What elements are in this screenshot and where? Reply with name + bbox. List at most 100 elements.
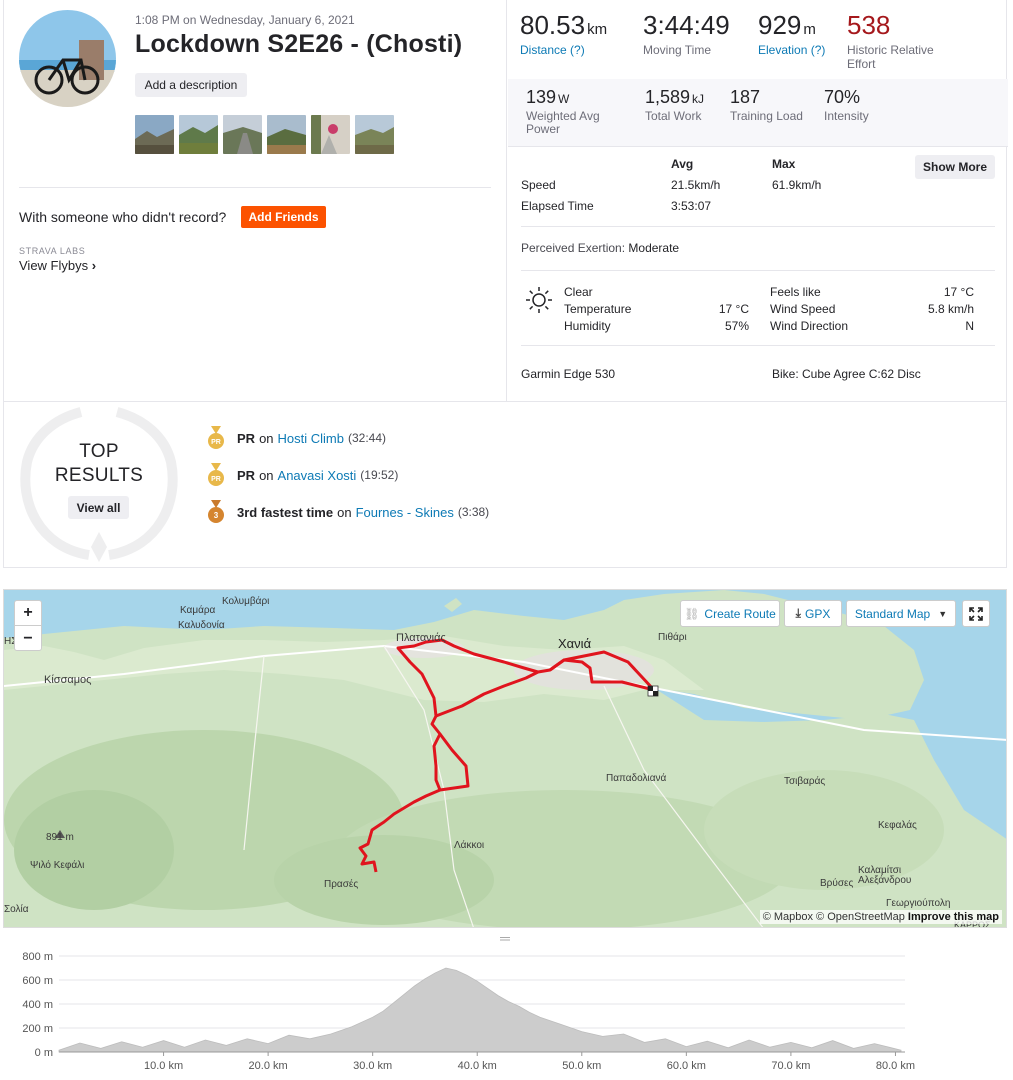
photo-thumbnail[interactable] (223, 115, 262, 154)
x-tick-label: 30.0 km (353, 1060, 392, 1072)
map-label: Γεωργιούπολη (886, 898, 951, 909)
caret-down-icon: ▼ (938, 608, 948, 619)
intensity-stat: 70% (824, 87, 861, 107)
divider (521, 270, 995, 271)
x-tick-label: 80.0 km (876, 1060, 915, 1072)
max-header: Max (772, 157, 796, 171)
pr-medal-icon: PR (208, 426, 224, 449)
divider (521, 226, 995, 227)
photo-thumbnail[interactable] (267, 115, 306, 154)
view-flybys-label: View Flybys (19, 258, 89, 273)
map-label: Καλαμίτσι Αλεξάνδρου (858, 865, 912, 886)
map-label: Βρύσες (820, 878, 854, 889)
map-label: Πρασές (324, 879, 359, 890)
elapsed-time-label: Elapsed Time (521, 199, 594, 213)
photo-strip (135, 115, 394, 154)
x-tick-label: 10.0 km (144, 1060, 183, 1072)
elevation-chart[interactable]: 0 m 200 m 400 m 600 m 800 m 10.0 km 20.0 km 30.… (3, 930, 1007, 1080)
map-label: Κολυμβάρι (222, 596, 270, 607)
perceived-exertion: Perceived Exertion: Moderate (521, 241, 680, 255)
view-flybys-link[interactable]: View Flybys › (19, 258, 96, 273)
create-route-button[interactable]: ⛓ Create Route (680, 600, 780, 627)
on-text: on (259, 467, 274, 483)
show-more-button[interactable]: Show More (915, 155, 995, 179)
strava-labs-label: STRAVA LABS (19, 246, 86, 256)
with-someone-text: With someone who didn't record? (19, 209, 227, 225)
add-friends-button[interactable]: Add Friends (241, 206, 326, 228)
pr-medal-icon: PR (208, 463, 224, 486)
sun-icon (525, 286, 553, 314)
fullscreen-icon (969, 606, 983, 621)
relative-effort-label: Historic Relative Effort (847, 43, 934, 71)
segment-link[interactable]: Hosti Climb (278, 431, 344, 446)
weighted-power-stat: 139 W (526, 87, 570, 107)
segment-time: (32:44) (348, 431, 387, 445)
view-all-button[interactable]: View all (68, 496, 129, 519)
avg-header: Avg (671, 157, 694, 171)
svg-text:3: 3 (214, 511, 219, 520)
achievement-label: PR (237, 430, 256, 446)
divider (521, 345, 995, 346)
top-results-title: TOP RESULTS (54, 441, 144, 486)
moving-time-label: Moving Time (643, 43, 712, 57)
training-load-stat: 187 (730, 87, 761, 107)
y-tick-label: 400 m (22, 999, 53, 1011)
achievement-label: PR (237, 467, 256, 483)
speed-label: Speed (521, 178, 556, 192)
divider (19, 187, 491, 188)
achievement-item: PR PR on Anavasi Xosti (19:52) (207, 463, 398, 487)
wind-direction-value: N (965, 319, 974, 333)
add-description-button[interactable]: Add a description (135, 73, 247, 97)
photo-thumbnail[interactable] (135, 115, 174, 154)
gpx-button[interactable]: ⤓ GPX (784, 600, 842, 627)
activity-summary-card: 1:08 PM on Wednesday, January 6, 2021 Lo… (3, 0, 1008, 402)
elevation-chart-svg: 0 m 200 m 400 m 600 m 800 m 10.0 km 20.0 km 30.… (22, 951, 915, 1072)
svg-text:PR: PR (211, 439, 221, 446)
training-load-label: Training Load (730, 109, 803, 123)
photo-thumbnail[interactable] (355, 115, 394, 154)
moving-time-stat: 3:44:49 (643, 10, 730, 40)
total-work-label: Total Work (645, 109, 702, 123)
x-tick-label: 40.0 km (458, 1060, 497, 1072)
on-text: on (259, 430, 274, 446)
segment-link[interactable]: Fournes - Skines (356, 505, 454, 520)
zoom-in-button[interactable]: + (15, 601, 41, 626)
route-icon: ⛓ (684, 606, 700, 621)
relative-effort-stat[interactable]: 538 (847, 10, 890, 41)
athlete-avatar[interactable] (19, 10, 116, 107)
x-tick-label: 50.0 km (562, 1060, 601, 1072)
photo-thumbnail[interactable] (311, 115, 350, 154)
segment-time: (19:52) (360, 468, 399, 482)
fullscreen-button[interactable] (962, 600, 990, 627)
temperature-label: Temperature (564, 302, 632, 316)
y-tick-label: 200 m (22, 1023, 53, 1035)
map-label: Πλατανιάς (396, 632, 446, 644)
wind-direction-label: Wind Direction (770, 319, 849, 333)
speed-max: 61.9km/h (772, 178, 822, 192)
zoom-out-button[interactable]: − (15, 626, 41, 651)
segment-link[interactable]: Anavasi Xosti (278, 468, 357, 483)
weather-condition: Clear (564, 285, 593, 299)
map-label: Κίσσαμος (44, 674, 92, 686)
download-icon: ⤓ (795, 606, 801, 620)
x-tick-label: 70.0 km (771, 1060, 810, 1072)
achievement-item: 3 3rd fastest time on Fournes - Skines (… (207, 500, 489, 524)
weighted-power-label: Weighted Avg Power (526, 109, 600, 136)
map-style-select[interactable]: Standard Map ▼ (846, 600, 956, 627)
elevation-label[interactable]: Elevation (?) (758, 43, 825, 57)
photo-thumbnail[interactable] (179, 115, 218, 154)
map-label: Παπαδολιανά (606, 773, 667, 784)
map-attribution[interactable]: © Mapbox © OpenStreetMap Improve this ma… (759, 910, 1002, 924)
map-label: Λάκκοι (454, 840, 485, 851)
map-label: Τσιβαράς (784, 776, 826, 787)
chevron-right-icon: › (91, 258, 97, 273)
wind-speed-value: 5.8 km/h (927, 302, 974, 316)
device-name: Garmin Edge 530 (521, 367, 616, 381)
route-map[interactable]: Καμάρα Κολυμβάρι Καλυδονία ΗΣΙΟΥ Κίσσαμο… (3, 589, 1007, 928)
distance-label[interactable]: Distance (?) (520, 43, 585, 57)
x-tick-label: 20.0 km (249, 1060, 288, 1072)
map-label: Κεφαλάς (878, 820, 917, 831)
wind-speed-label: Wind Speed (770, 302, 836, 316)
map-canvas (4, 590, 1006, 927)
map-label: Καμάρα (180, 605, 216, 616)
